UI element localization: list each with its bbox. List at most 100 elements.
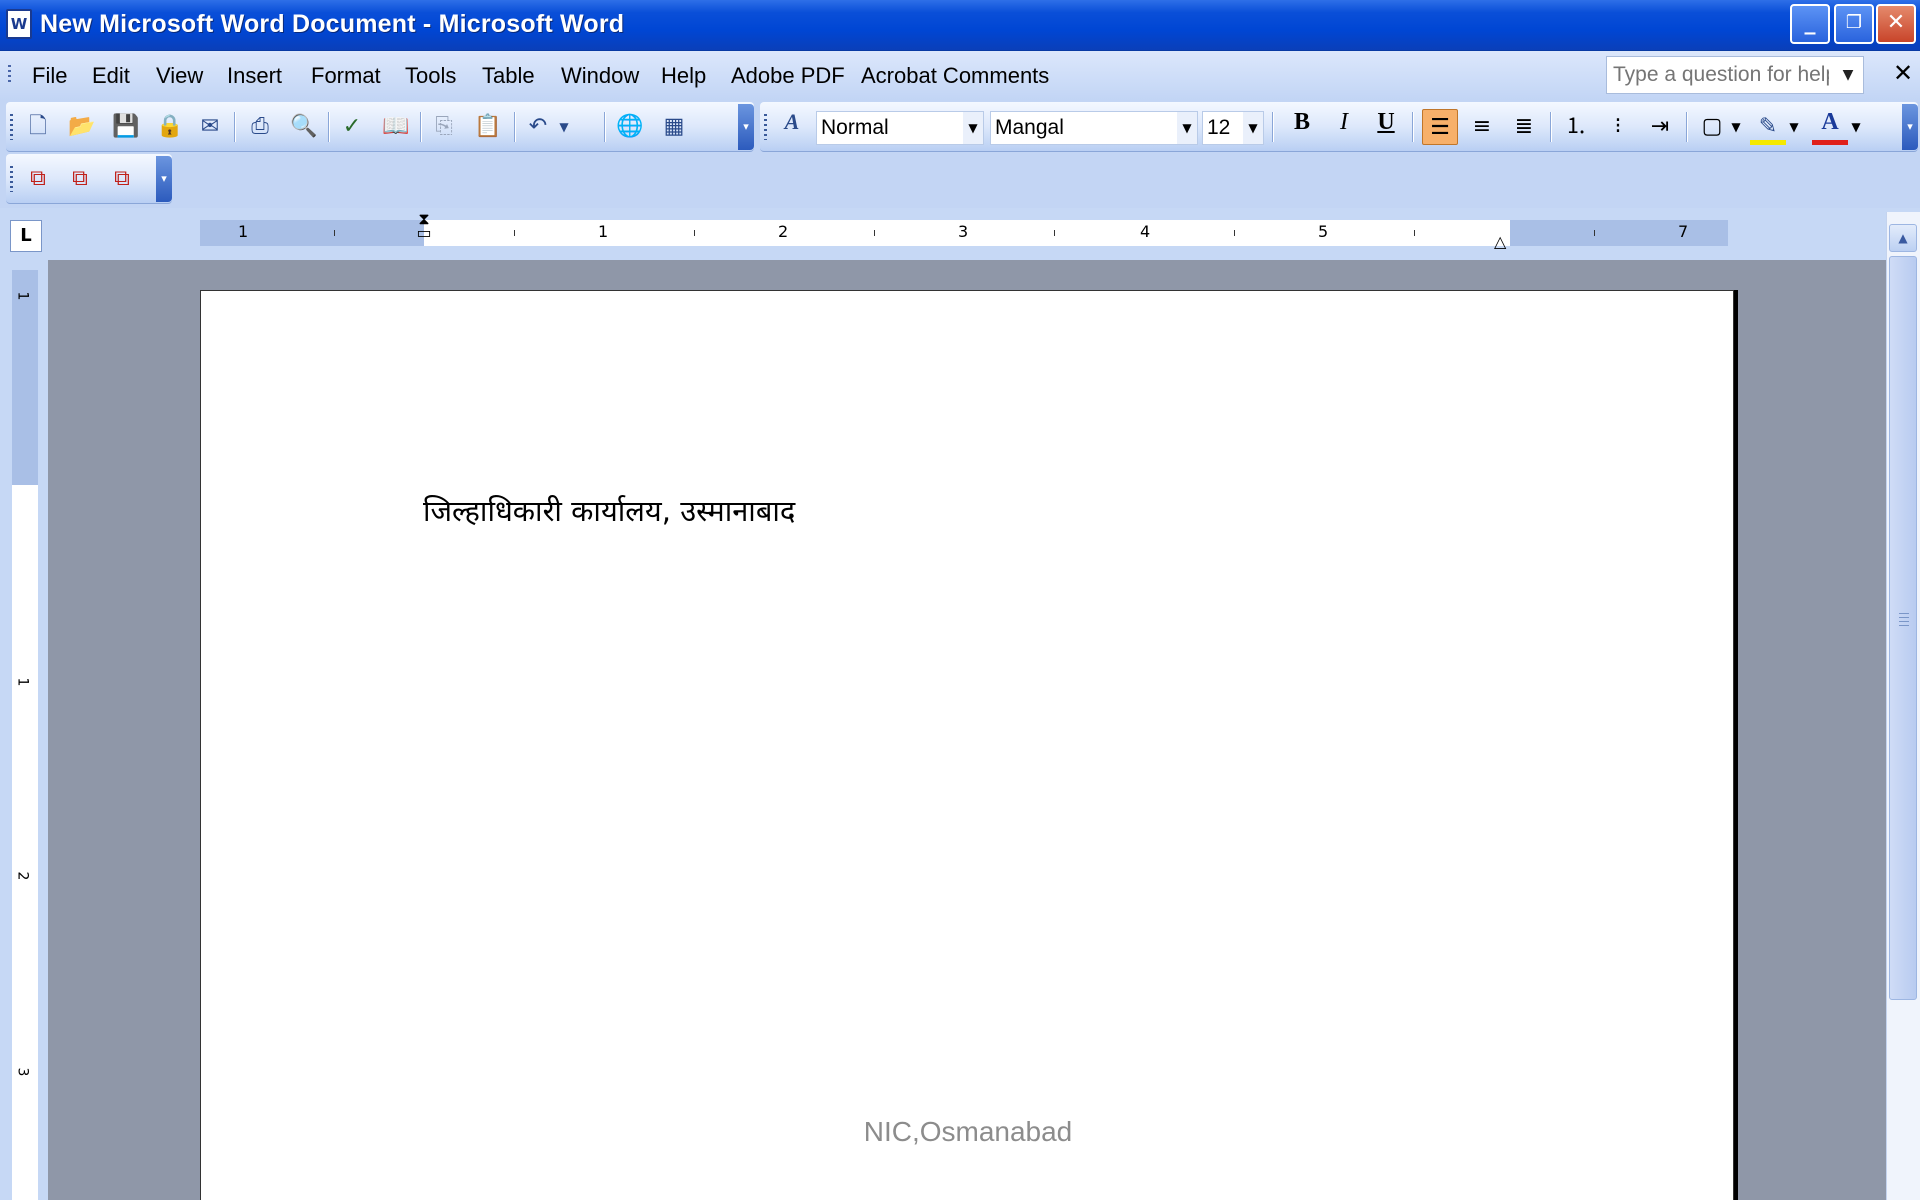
print-icon[interactable]: ⎙ xyxy=(242,109,278,145)
menu-format[interactable]: Format xyxy=(311,63,381,89)
convert-and-review-pdf-icon[interactable]: ⧉ xyxy=(104,161,140,197)
ruler-tick xyxy=(1054,230,1055,236)
close-document-button[interactable]: ✕ xyxy=(1893,60,1915,86)
separator xyxy=(420,112,421,142)
help-question-box[interactable]: ▼ xyxy=(1606,56,1864,94)
font-size-combo[interactable]: 12 ▼ xyxy=(1202,111,1264,145)
horizontal-ruler-row: L 1 1 2 3 4 5 7 ⧗ ▭ △ xyxy=(0,208,1920,260)
scroll-up-icon[interactable]: ▲ xyxy=(1889,224,1917,252)
document-text[interactable]: जिल्हाधिकारी कार्यालय, उस्मानाबाद xyxy=(423,491,795,530)
italic-button[interactable]: I xyxy=(1326,109,1362,145)
font-size-value: 12 xyxy=(1207,116,1231,139)
menu-view[interactable]: View xyxy=(156,63,203,89)
underline-button[interactable]: U xyxy=(1368,109,1404,145)
spelling-icon[interactable]: ✓ xyxy=(334,109,370,145)
tab-selector[interactable]: L xyxy=(10,220,42,252)
footer-text: NIC,Osmanabad xyxy=(863,1116,1073,1147)
toolbar-grip[interactable] xyxy=(764,114,767,140)
undo-dropdown-icon[interactable]: ▼ xyxy=(554,109,574,145)
bold-button[interactable]: B xyxy=(1284,109,1320,145)
menu-grip[interactable] xyxy=(8,65,11,85)
align-left-icon[interactable]: ☰ xyxy=(1422,109,1458,145)
toolbar-options-icon[interactable]: ▾ xyxy=(1902,104,1918,150)
menu-tools[interactable]: Tools xyxy=(405,63,456,89)
highlight-icon[interactable]: ✎ xyxy=(1750,109,1786,145)
ruler-label: 2 xyxy=(778,222,789,241)
menu-table[interactable]: Table xyxy=(482,63,535,89)
separator xyxy=(1412,112,1413,142)
ruler-tick xyxy=(1414,230,1415,236)
borders-icon[interactable]: ▢ xyxy=(1694,109,1730,145)
formatting-toolbar: A Normal ▼ Mangal ▼ 12 ▼ B I U ☰ ≡ ≣ ⒈ ⁝… xyxy=(760,102,1918,152)
font-dropdown-icon[interactable]: ▼ xyxy=(1177,112,1197,144)
style-combo[interactable]: Normal ▼ xyxy=(816,111,984,145)
scrollbar-grip xyxy=(1899,613,1909,629)
toolbar-options-icon[interactable]: ▾ xyxy=(156,156,172,202)
print-preview-icon[interactable]: 🔍 xyxy=(286,109,322,145)
ruler-label: 7 xyxy=(1678,222,1689,241)
close-button[interactable]: ✕ xyxy=(1876,4,1916,44)
save-icon[interactable]: 💾 xyxy=(108,109,144,145)
paste-icon[interactable]: 📋 xyxy=(470,109,506,145)
menu-acrobat-comments[interactable]: Acrobat Comments xyxy=(861,63,1049,89)
separator xyxy=(1686,112,1687,142)
numbering-icon[interactable]: ⒈ xyxy=(1558,109,1594,145)
indent-marker-icon[interactable]: ⧗ ▭ xyxy=(414,211,434,254)
word-app-icon[interactable]: W xyxy=(6,9,32,39)
insert-table-icon[interactable]: ▦ xyxy=(656,109,692,145)
font-combo[interactable]: Mangal ▼ xyxy=(990,111,1198,145)
undo-icon[interactable]: ↶ xyxy=(520,109,556,145)
menu-edit[interactable]: Edit xyxy=(92,63,130,89)
ruler-tick xyxy=(1594,230,1595,236)
separator xyxy=(604,112,605,142)
menu-help[interactable]: Help xyxy=(661,63,706,89)
menu-window[interactable]: Window xyxy=(561,63,639,89)
highlight-dropdown-icon[interactable]: ▼ xyxy=(1784,109,1804,145)
right-indent-marker-icon[interactable]: △ xyxy=(1494,232,1514,252)
right-margin-zone xyxy=(1510,220,1728,246)
copy-icon[interactable]: ⎘ xyxy=(426,109,462,145)
menu-file[interactable]: File xyxy=(32,63,67,89)
style-dropdown-icon[interactable]: ▼ xyxy=(963,112,983,144)
help-dropdown-icon[interactable]: ▼ xyxy=(1833,57,1863,93)
hyperlink-icon[interactable]: 🌐 xyxy=(612,109,648,145)
email-icon[interactable]: ✉ xyxy=(192,109,228,145)
minimize-button[interactable]: _ xyxy=(1790,4,1830,44)
convert-and-email-pdf-icon[interactable]: ⧉ xyxy=(62,161,98,197)
align-center-icon[interactable]: ≡ xyxy=(1464,109,1500,145)
ruler-label: 2 xyxy=(14,871,31,881)
convert-to-pdf-icon[interactable]: ⧉ xyxy=(20,161,56,197)
toolbar-grip[interactable] xyxy=(10,114,13,140)
new-document-icon[interactable]: 🗋 xyxy=(20,109,56,145)
ruler-label: 1 xyxy=(238,222,249,241)
vertical-scrollbar[interactable]: ▲ xyxy=(1886,212,1920,1200)
toolbar-options-icon[interactable]: ▾ xyxy=(738,104,754,150)
title-bar: W New Microsoft Word Document - Microsof… xyxy=(0,0,1920,51)
window-title: New Microsoft Word Document - Microsoft … xyxy=(40,10,625,38)
open-folder-icon[interactable]: 📂 xyxy=(64,109,100,145)
font-color-dropdown-icon[interactable]: ▼ xyxy=(1846,109,1866,145)
toolbar-grip[interactable] xyxy=(10,166,13,192)
font-value: Mangal xyxy=(995,116,1064,139)
borders-dropdown-icon[interactable]: ▼ xyxy=(1726,109,1746,145)
align-right-icon[interactable]: ≣ xyxy=(1506,109,1542,145)
ruler-label: 3 xyxy=(958,222,969,241)
restore-button[interactable]: ❐ xyxy=(1834,4,1874,44)
indent-icon[interactable]: ⇥ xyxy=(1642,109,1678,145)
vertical-ruler[interactable]: 1 1 2 3 xyxy=(12,270,38,1200)
help-question-input[interactable] xyxy=(1607,57,1829,93)
font-color-icon[interactable]: A xyxy=(1812,109,1848,145)
permission-icon[interactable]: 🔒 xyxy=(152,109,188,145)
document-page[interactable]: जिल्हाधिकारी कार्यालय, उस्मानाबाद NIC,Os… xyxy=(200,290,1734,1200)
ruler-tick xyxy=(694,230,695,236)
menu-adobe-pdf[interactable]: Adobe PDF xyxy=(731,63,845,89)
ruler-tick xyxy=(1234,230,1235,236)
research-icon[interactable]: 📖 xyxy=(378,109,414,145)
font-size-dropdown-icon[interactable]: ▼ xyxy=(1243,112,1263,144)
scrollbar-thumb[interactable] xyxy=(1889,256,1917,1000)
pdf-toolbar: ⧉ ⧉ ⧉ ▾ xyxy=(6,154,172,204)
bullets-icon[interactable]: ⁝ xyxy=(1600,109,1636,145)
styles-formatting-icon[interactable]: A xyxy=(774,109,810,145)
menu-insert[interactable]: Insert xyxy=(227,63,282,89)
separator xyxy=(1272,112,1273,142)
